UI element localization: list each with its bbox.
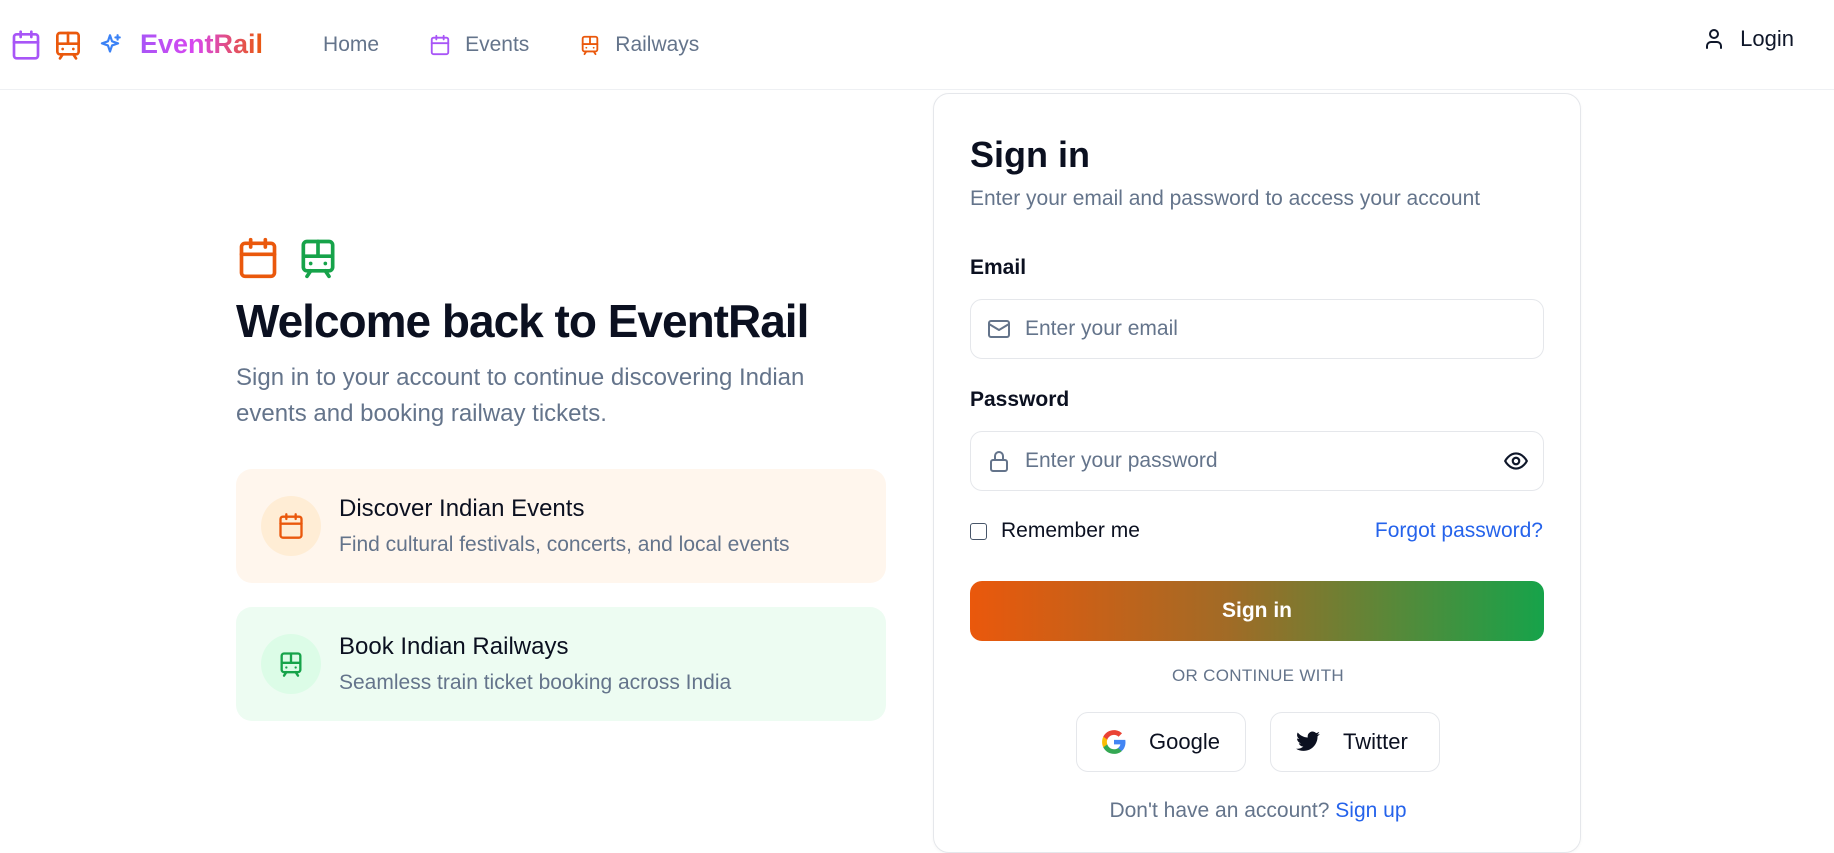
page-title: Welcome back to EventRail (236, 295, 809, 347)
feature-title: Discover Indian Events (339, 495, 585, 522)
brand-logo[interactable]: EventRail (10, 29, 263, 61)
feature-card-events: Discover Indian Events Find cultural fes… (236, 469, 886, 583)
nav-events[interactable]: Events (429, 33, 529, 57)
train-icon (280, 652, 302, 677)
feature-description: Seamless train ticket booking across Ind… (339, 671, 732, 694)
train-icon (52, 29, 84, 61)
twitter-button[interactable]: Twitter (1270, 712, 1440, 772)
password-label: Password (970, 388, 1070, 411)
feature-description: Find cultural festivals, concerts, and l… (339, 533, 790, 556)
mail-icon (988, 320, 1010, 338)
login-label: Login (1740, 26, 1794, 51)
email-field[interactable] (970, 299, 1544, 359)
signin-card: Sign in Enter your email and password to… (933, 93, 1581, 853)
nav-home[interactable]: Home (323, 33, 379, 57)
eye-icon[interactable] (1503, 448, 1529, 474)
divider-text: OR CONTINUE WITH (1172, 666, 1344, 685)
calendar-icon (279, 513, 303, 539)
hero-section: Welcome back to EventRail Sign in to you… (236, 236, 886, 432)
signup-row: Don't have an account? Sign up (934, 799, 1582, 823)
password-input[interactable] (1025, 449, 1485, 473)
signin-title: Sign in (970, 134, 1090, 175)
signup-prompt: Don't have an account? (1109, 799, 1330, 822)
feature-icon-wrap (261, 634, 321, 694)
google-button[interactable]: Google (1076, 712, 1246, 772)
password-field[interactable] (970, 431, 1544, 491)
nav-railways-label: Railways (615, 32, 700, 56)
nav-railways[interactable]: Railways (579, 33, 699, 57)
remember-checkbox[interactable] (970, 522, 987, 540)
calendar-icon (10, 29, 42, 61)
google-icon (1102, 730, 1126, 754)
twitter-icon (1296, 731, 1320, 751)
signup-link[interactable]: Sign up (1335, 799, 1406, 822)
hero-subtitle: Sign in to your account to continue disc… (236, 364, 805, 427)
nav-events-label: Events (465, 32, 530, 56)
main-nav: Home Events Railways (323, 33, 749, 57)
feature-card-railways: Book Indian Railways Seamless train tick… (236, 607, 886, 721)
google-label: Google (1149, 729, 1220, 754)
signin-subtitle: Enter your email and password to access … (970, 187, 1481, 210)
nav-home-label: Home (323, 32, 380, 56)
forgot-password-link[interactable]: Forgot password? (1375, 519, 1543, 543)
remember-me[interactable]: Remember me (970, 519, 1140, 543)
sign-in-button[interactable]: Sign in (970, 581, 1544, 641)
train-icon (582, 35, 599, 55)
twitter-label: Twitter (1343, 729, 1408, 754)
hero-icons (236, 236, 886, 280)
train-icon (301, 239, 335, 279)
feature-title: Book Indian Railways (339, 633, 569, 660)
login-button[interactable]: Login (1702, 26, 1794, 52)
feature-icon-wrap (261, 496, 321, 556)
lock-icon (990, 451, 1008, 472)
top-navbar: EventRail Home Events Railways Login (0, 0, 1834, 90)
remember-label: Remember me (1001, 519, 1140, 542)
sparkles-icon (94, 29, 126, 61)
email-input[interactable] (1025, 317, 1485, 341)
calendar-icon (239, 237, 277, 279)
calendar-icon (430, 34, 450, 55)
brand-name: EventRail (140, 29, 264, 59)
user-icon (1706, 29, 1723, 49)
email-label: Email (970, 256, 1027, 279)
